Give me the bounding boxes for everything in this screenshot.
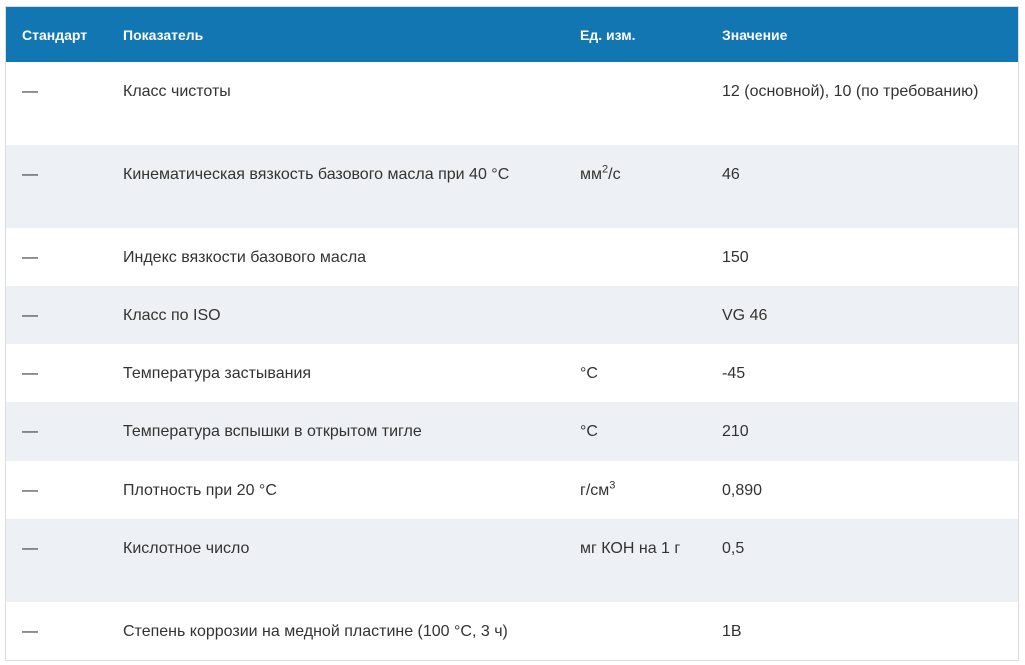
cell-standard: —: [22, 623, 38, 640]
cell-unit: мг КОН на 1 г: [580, 540, 681, 557]
table-row: — Степень коррозии на медной пластине (1…: [6, 602, 1018, 660]
cell-parameter: Класс по ISO: [123, 307, 221, 324]
cell-value: 210: [722, 423, 749, 440]
table-row: — Индекс вязкости базового масла 150: [6, 228, 1018, 286]
cell-parameter: Температура вспышки в открытом тигле: [123, 423, 422, 440]
header-standard: Стандарт: [22, 26, 88, 43]
cell-standard: —: [22, 365, 38, 382]
table-row: — Класс чистоты 12 (основной), 10 (по тр…: [6, 62, 1018, 145]
table-body: — Класс чистоты 12 (основной), 10 (по тр…: [6, 62, 1018, 660]
cell-unit: [564, 228, 706, 286]
cell-standard: —: [22, 166, 38, 183]
cell-value: 0,5: [722, 540, 745, 557]
cell-value: 46: [722, 166, 740, 183]
cell-standard: —: [22, 249, 38, 266]
header-unit: Ед. изм.: [580, 26, 636, 43]
specs-table-container: Стандарт Показатель Ед. изм. Значение — …: [5, 6, 1019, 661]
cell-standard: —: [22, 307, 38, 324]
table-header: Стандарт Показатель Ед. изм. Значение: [6, 7, 1018, 62]
cell-parameter: Кислотное число: [123, 540, 250, 557]
table-row: — Кислотное число мг КОН на 1 г 0,5: [6, 519, 1018, 602]
cell-value: 150: [722, 249, 749, 266]
cell-parameter: Кинематическая вязкость базового масла п…: [123, 166, 510, 183]
cell-value: 0,890: [722, 482, 763, 499]
cell-unit: [564, 286, 706, 344]
cell-unit: °С: [580, 423, 598, 440]
cell-parameter: Индекс вязкости базового масла: [123, 249, 367, 266]
cell-parameter: Степень коррозии на медной пластине (100…: [123, 623, 508, 640]
header-row: Стандарт Показатель Ед. изм. Значение: [6, 7, 1018, 62]
table-row: — Температура застывания °С -45: [6, 344, 1018, 402]
cell-standard: —: [22, 540, 38, 557]
cell-standard: —: [22, 83, 38, 100]
cell-unit: [564, 62, 706, 145]
cell-value: 1В: [722, 623, 742, 640]
table-row: — Плотность при 20 °С г/см3 0,890: [6, 461, 1018, 519]
cell-unit: г/см3: [564, 461, 706, 519]
cell-unit: [564, 602, 706, 660]
cell-standard: —: [22, 482, 38, 499]
cell-parameter: Класс чистоты: [123, 83, 231, 100]
header-value: Значение: [722, 26, 788, 43]
unit-base: г/см: [580, 482, 610, 499]
cell-parameter: Температура застывания: [123, 365, 312, 382]
unit-superscript: 3: [609, 479, 616, 492]
cell-unit: °С: [580, 365, 598, 382]
cell-value: VG 46: [722, 307, 768, 324]
cell-parameter: Плотность при 20 °С: [123, 482, 277, 499]
table-row: — Температура вспышки в открытом тигле °…: [6, 402, 1018, 461]
unit-suffix: /с: [608, 166, 621, 183]
table-row: — Класс по ISO VG 46: [6, 286, 1018, 344]
table-row: — Кинематическая вязкость базового масла…: [6, 145, 1018, 228]
unit-base: мм: [580, 166, 602, 183]
cell-value: -45: [722, 365, 746, 382]
header-parameter: Показатель: [123, 26, 204, 43]
specs-table: Стандарт Показатель Ед. изм. Значение — …: [6, 7, 1018, 660]
cell-unit: мм2/с: [564, 145, 706, 228]
cell-standard: —: [22, 423, 38, 440]
cell-value: 12 (основной), 10 (по требованию): [722, 83, 979, 100]
